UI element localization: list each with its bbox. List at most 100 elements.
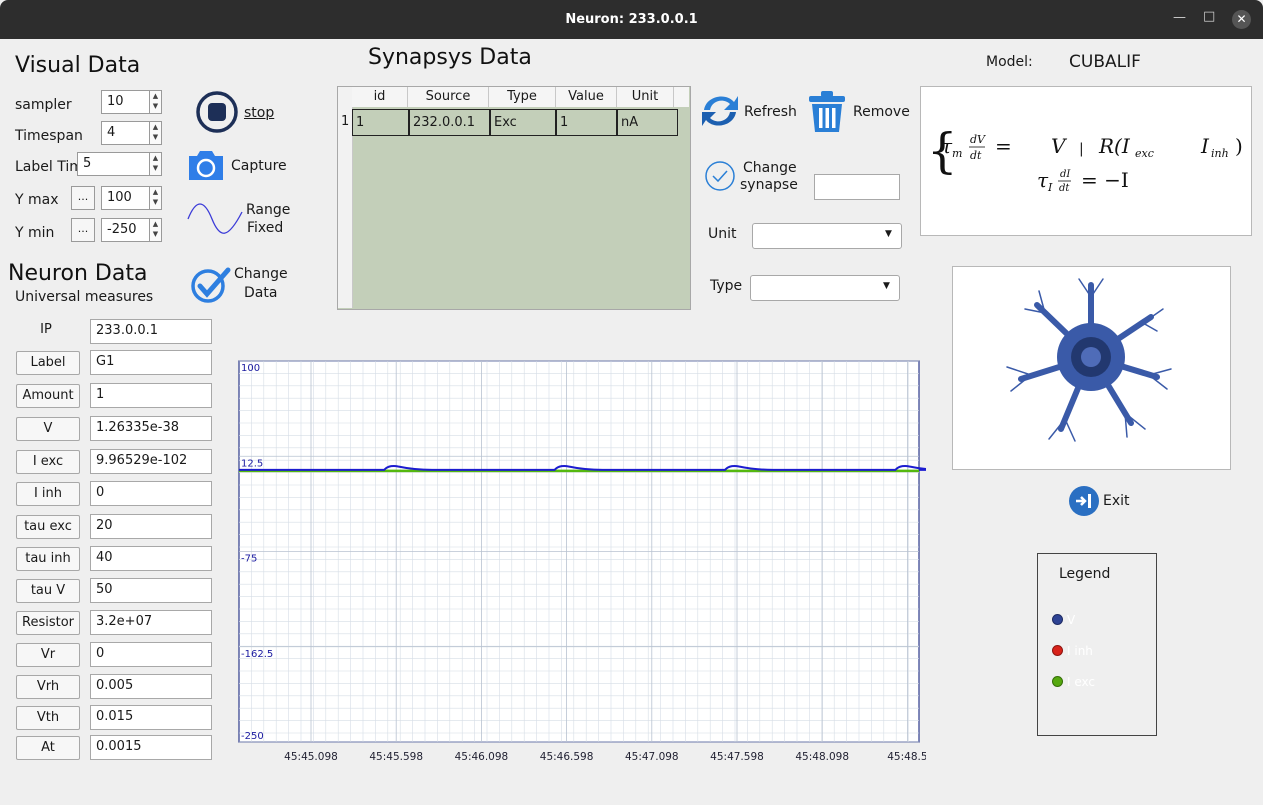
tau-inh-button[interactable]: tau inh — [16, 547, 80, 571]
visual-data-title: Visual Data — [15, 53, 141, 78]
change-data-button[interactable]: Change Data — [190, 264, 300, 308]
vrh-button[interactable]: Vrh — [16, 675, 80, 699]
x-tick-label: 45:47.098 — [625, 751, 679, 763]
capture-label: Capture — [231, 158, 287, 174]
x-tick-label: 45:45.598 — [369, 751, 423, 763]
change-synapse-label-1: Change — [743, 160, 797, 176]
range-label: Range — [246, 202, 291, 218]
range-fixed-button[interactable]: Range Fixed — [186, 198, 296, 242]
i-inh-button[interactable]: I inh — [16, 482, 80, 506]
tau-v-button[interactable]: tau V — [16, 579, 80, 603]
unit-select[interactable]: ▼ — [752, 223, 902, 249]
ymax-stepper[interactable]: ▲ ▼ — [149, 186, 162, 210]
legend-dot-icon — [1052, 645, 1063, 656]
tau-exc-button[interactable]: tau exc — [16, 515, 80, 539]
col-source-header[interactable]: Source — [408, 87, 489, 107]
i-inh-field[interactable]: 0 — [90, 481, 212, 506]
close-icon[interactable]: ✕ — [1232, 10, 1251, 29]
col-value-header[interactable]: Value — [556, 87, 617, 107]
vrh-field[interactable]: 0.005 — [90, 674, 212, 699]
vth-button[interactable]: Vth — [16, 706, 80, 730]
synapse-table[interactable]: id Source Type Value Unit 1 1 232.0.0.1 … — [337, 86, 691, 310]
capture-button[interactable]: Capture — [186, 146, 296, 186]
x-tick-label: 45:48.098 — [795, 751, 849, 763]
legend-item-v[interactable]: V — [1048, 610, 1127, 631]
v-field[interactable]: 1.26335e-38 — [90, 416, 212, 441]
synapsys-title: Synapsys Data — [368, 45, 532, 70]
legend-item-i-inh[interactable]: I inh — [1048, 641, 1127, 662]
maximize-icon[interactable]: □ — [1203, 9, 1215, 24]
at-button[interactable]: At — [16, 736, 80, 760]
vr-button[interactable]: Vr — [16, 643, 80, 667]
svg-text:m: m — [952, 147, 962, 160]
table-header-filler — [674, 87, 689, 107]
neuron-data-subtitle: Universal measures — [15, 289, 154, 305]
ymin-input[interactable]: -250 — [101, 218, 150, 242]
refresh-button[interactable]: Refresh — [700, 90, 804, 134]
amount-button[interactable]: Amount — [16, 384, 80, 408]
timespan-stepper[interactable]: ▲ ▼ — [149, 121, 162, 145]
ymin-stepper[interactable]: ▲ ▼ — [149, 218, 162, 242]
stop-button[interactable]: stop — [195, 90, 285, 134]
cell-type[interactable]: Exc — [490, 109, 556, 136]
svg-text:I: I — [1047, 181, 1053, 194]
exit-button[interactable]: Exit — [1069, 486, 1139, 516]
col-type-header[interactable]: Type — [489, 87, 556, 107]
ymax-dots-button[interactable]: ... — [71, 186, 95, 210]
cell-value[interactable]: 1 — [556, 109, 617, 136]
type-select[interactable]: ▼ — [750, 275, 900, 301]
label-time-stepper[interactable]: ▲ ▼ — [149, 152, 162, 176]
change-synapse-button[interactable]: Change synapse — [703, 156, 811, 200]
model-name: CUBALIF — [1069, 52, 1141, 72]
ymax-input[interactable]: 100 — [101, 186, 150, 210]
cell-id[interactable]: 1 — [352, 109, 409, 136]
cell-unit[interactable]: nA — [617, 109, 678, 136]
model-label: Model: — [986, 54, 1033, 70]
vr-field[interactable]: 0 — [90, 642, 212, 667]
i-exc-button[interactable]: I exc — [16, 450, 80, 474]
legend-title: Legend — [1059, 566, 1111, 582]
ip-field[interactable]: 233.0.0.1 — [90, 319, 212, 344]
change-label: Change — [234, 266, 288, 282]
cell-source[interactable]: 232.0.0.1 — [409, 109, 490, 136]
sine-wave-icon — [187, 203, 243, 234]
v-button[interactable]: V — [16, 417, 80, 441]
legend-item-i-exc[interactable]: I exc — [1048, 672, 1127, 693]
svg-text:I: I — [1200, 134, 1210, 158]
resistor-button[interactable]: Resistor — [16, 611, 80, 635]
svg-text:): ) — [1235, 134, 1243, 158]
amount-field[interactable]: 1 — [90, 383, 212, 408]
change-synapse-input[interactable] — [814, 174, 900, 200]
fixed-label: Fixed — [247, 220, 284, 236]
minimize-icon[interactable]: — — [1173, 10, 1186, 25]
sampler-input[interactable]: 10 — [101, 90, 150, 114]
ymin-dots-button[interactable]: ... — [71, 218, 95, 242]
at-field[interactable]: 0.0015 — [90, 735, 212, 760]
x-tick-label: 45:48.5 — [887, 751, 926, 763]
unit-label: Unit — [708, 226, 737, 242]
col-id-header[interactable]: id — [352, 87, 408, 107]
check-circle-icon — [191, 267, 231, 303]
timespan-label: Timespan — [15, 128, 83, 144]
label-field[interactable]: G1 — [90, 350, 212, 375]
voltage-chart[interactable]: 100 12.5 -75 -162.5 -250 45:45.098 45:45.598 45… — [226, 355, 944, 775]
col-unit-header[interactable]: Unit — [617, 87, 674, 107]
model-equation-panel: { τm dV dt = V | R(I exc Iinh) τI dI dt = −… — [920, 86, 1252, 236]
exit-icon — [1069, 486, 1099, 516]
resistor-field[interactable]: 3.2e+07 — [90, 610, 212, 635]
remove-button[interactable]: Remove — [806, 88, 914, 134]
vth-field[interactable]: 0.015 — [90, 705, 212, 730]
tau-exc-field[interactable]: 20 — [90, 514, 212, 539]
label-button[interactable]: Label — [16, 351, 80, 375]
i-exc-field[interactable]: 9.96529e-102 — [90, 449, 212, 474]
chevron-down-icon: ▼ — [885, 229, 892, 239]
tau-v-field[interactable]: 50 — [90, 578, 212, 603]
tau-inh-field[interactable]: 40 — [90, 546, 212, 571]
y-tick-label: -162.5 — [241, 649, 273, 660]
stop-icon — [196, 91, 238, 133]
label-time-input[interactable]: 5 — [77, 152, 150, 176]
timespan-input[interactable]: 4 — [101, 121, 150, 145]
x-tick-label: 45:46.598 — [540, 751, 594, 763]
refresh-icon — [702, 96, 738, 126]
sampler-stepper[interactable]: ▲ ▼ — [149, 90, 162, 114]
